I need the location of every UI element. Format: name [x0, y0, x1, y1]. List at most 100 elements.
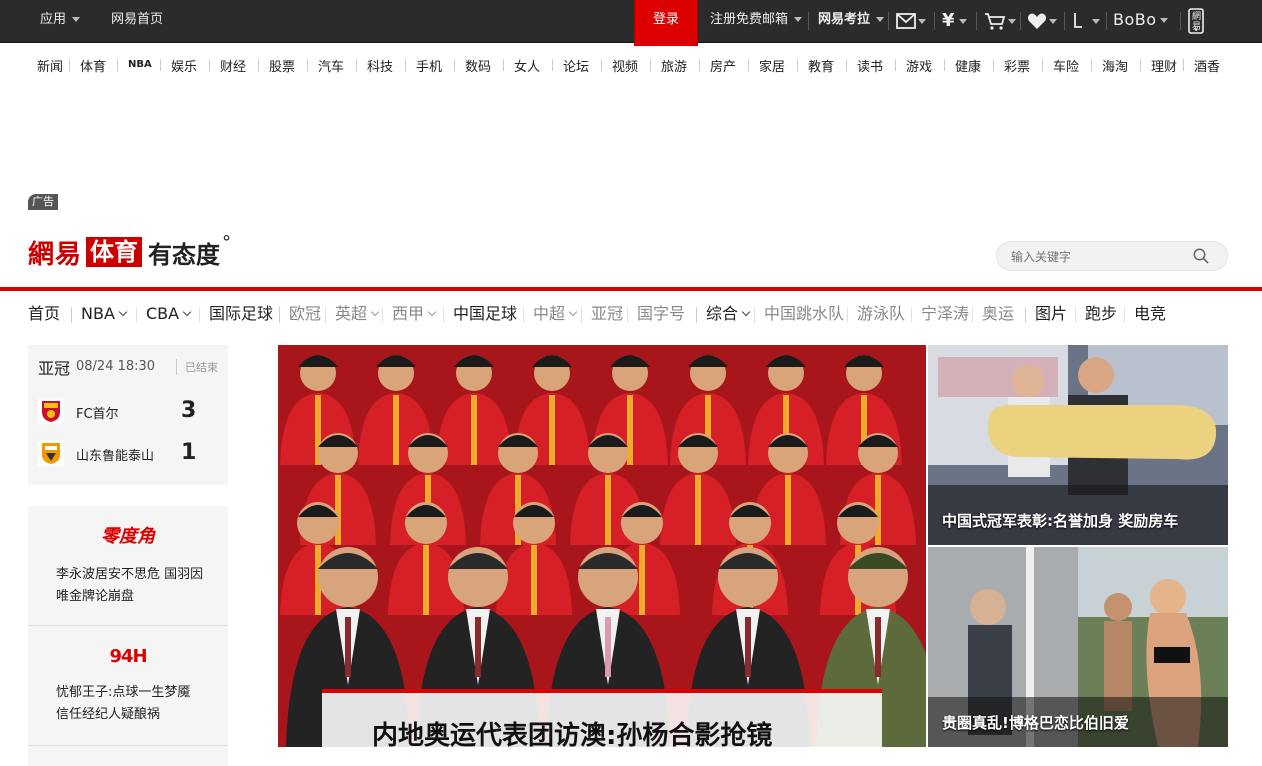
- divider: [1180, 12, 1181, 30]
- channel-link[interactable]: 车险: [1053, 56, 1079, 75]
- subnav-label: 游泳队: [857, 304, 906, 323]
- match-status: 已结束: [176, 359, 218, 375]
- search-icon[interactable]: [1193, 248, 1209, 264]
- channel-divider: [748, 59, 749, 71]
- channel-divider: [1042, 59, 1043, 71]
- bobo-label: BoBo: [1113, 10, 1157, 29]
- netease-home-link[interactable]: 网易首页: [111, 0, 163, 42]
- apps-label: 应用: [40, 12, 67, 27]
- subnav-item[interactable]: 综合: [706, 302, 751, 326]
- subnav-item[interactable]: 西甲: [392, 302, 437, 326]
- subnav-item[interactable]: 奥运: [982, 302, 1014, 326]
- chevron-down-icon: [568, 307, 578, 317]
- login-button[interactable]: 登录: [634, 0, 698, 46]
- channel-link[interactable]: 房产: [710, 56, 736, 75]
- channel-link[interactable]: 娱乐: [171, 56, 197, 75]
- mail-menu[interactable]: [896, 9, 926, 33]
- subnav-item[interactable]: CBA: [146, 302, 192, 326]
- channel-divider: [160, 59, 161, 71]
- home-team-name: FC首尔: [76, 407, 119, 422]
- subnav-item[interactable]: 游泳队: [857, 302, 905, 326]
- side-story-1[interactable]: 中国式冠军表彰:名誉加身 奖励房车: [928, 345, 1228, 545]
- match-league: 亚冠: [38, 359, 71, 378]
- channel-link[interactable]: 女人: [514, 56, 540, 75]
- channel-link[interactable]: 家居: [759, 56, 785, 75]
- finance-menu[interactable]: ¥: [942, 9, 967, 33]
- channel-link[interactable]: 理财: [1151, 56, 1177, 75]
- channel-link[interactable]: 健康: [955, 56, 981, 75]
- subnav-item[interactable]: 首页: [28, 302, 60, 326]
- mobile-app-link[interactable]: 網易: [1188, 8, 1204, 34]
- channel-link[interactable]: 手机: [416, 56, 442, 75]
- favorites-menu[interactable]: [1027, 9, 1057, 33]
- chevron-down-icon: [876, 17, 885, 22]
- channel-link[interactable]: 视频: [612, 56, 638, 75]
- subnav-divider: [847, 307, 848, 323]
- subnav-item[interactable]: NBA: [81, 302, 128, 326]
- column-logo: 94H: [109, 646, 147, 667]
- channel-divider: [69, 59, 70, 71]
- channel-link[interactable]: 体育: [80, 56, 106, 75]
- subnav-item[interactable]: 亚冠: [591, 302, 623, 326]
- subnav-item[interactable]: 国字号: [637, 302, 685, 326]
- channel-divider: [117, 59, 118, 71]
- subnav-item[interactable]: 国际足球: [209, 302, 273, 326]
- divider: [808, 12, 809, 30]
- channel-link[interactable]: 旅游: [661, 56, 687, 75]
- channel-link[interactable]: 教育: [808, 56, 834, 75]
- subnav-item[interactable]: 中超: [533, 302, 578, 326]
- subnav-divider: [136, 307, 137, 323]
- subnav-item[interactable]: 英超: [335, 302, 380, 326]
- search-input[interactable]: [1011, 247, 1181, 267]
- subnav-divider: [443, 307, 444, 323]
- column-item[interactable]: 94H 忧郁王子:点球一生梦魇 信任经纪人疑酿祸: [28, 626, 228, 746]
- yen-icon: ¥: [942, 10, 955, 31]
- away-team-score: 1: [181, 440, 197, 465]
- channel-link[interactable]: 科技: [367, 56, 393, 75]
- koala-menu[interactable]: 网易考拉: [818, 0, 885, 42]
- side-story-2[interactable]: 贵圈真乱!博格巴恋比伯旧爱: [928, 547, 1228, 747]
- channel-link[interactable]: 汽车: [318, 56, 344, 75]
- site-logo[interactable]: 網易 体育 有态度 °: [28, 232, 231, 272]
- subnav-item[interactable]: 宁泽涛: [921, 302, 969, 326]
- channel-link[interactable]: 财经: [220, 56, 246, 75]
- subnav-item[interactable]: 图片: [1035, 302, 1067, 326]
- music-menu[interactable]: [1072, 9, 1100, 33]
- match-scoreboard[interactable]: 亚冠 08/24 18:30 已结束 FC首尔 3 山东鲁能泰山 1: [28, 345, 228, 485]
- channel-link[interactable]: 论坛: [563, 56, 589, 75]
- subnav-label: 图片: [1035, 304, 1068, 323]
- home-team-score: 3: [181, 398, 197, 423]
- channel-link[interactable]: NBA: [128, 59, 152, 70]
- channel-link[interactable]: 新闻: [37, 56, 63, 75]
- apps-menu[interactable]: 应用: [40, 0, 81, 42]
- column-item[interactable]: 零度角 李永波居安不思危 国羽因唯金牌论崩盘: [28, 506, 228, 626]
- subnav-label: 电竞: [1134, 304, 1167, 323]
- subnav-item[interactable]: 欧冠: [289, 302, 321, 326]
- subnav-label: 跑步: [1085, 304, 1118, 323]
- channel-divider: [650, 59, 651, 71]
- subnav-item[interactable]: 中国跳水队: [764, 302, 844, 326]
- channel-link[interactable]: 彩票: [1004, 56, 1030, 75]
- channel-link[interactable]: 游戏: [906, 56, 932, 75]
- channel-link[interactable]: 酒香: [1194, 56, 1220, 75]
- subnav-item[interactable]: 跑步: [1085, 302, 1117, 326]
- headline-slide[interactable]: 内地奥运代表团访澳:孙杨合影抢镜: [278, 345, 926, 747]
- channel-link[interactable]: 读书: [857, 56, 883, 75]
- subnav-item[interactable]: 电竞: [1134, 302, 1166, 326]
- register-mail-menu[interactable]: 注册免费邮箱: [710, 0, 803, 42]
- subnav-item[interactable]: 中国足球: [453, 302, 517, 326]
- subnav-divider: [696, 307, 697, 323]
- channel-divider: [209, 59, 210, 71]
- channel-link[interactable]: 海淘: [1102, 56, 1128, 75]
- chevron-down-icon: [918, 18, 926, 24]
- subnav-label: CBA: [146, 304, 180, 323]
- channel-link[interactable]: 股票: [269, 56, 295, 75]
- subnav-divider: [1025, 307, 1026, 323]
- bobo-menu[interactable]: BoBo: [1113, 0, 1168, 42]
- channel-link[interactable]: 数码: [465, 56, 491, 75]
- channel-divider: [552, 59, 553, 71]
- shop-menu[interactable]: [984, 9, 1016, 33]
- subnav-label: 宁泽涛: [921, 304, 970, 323]
- channel-divider: [1091, 59, 1092, 71]
- match-time: 08/24 18:30: [76, 359, 156, 374]
